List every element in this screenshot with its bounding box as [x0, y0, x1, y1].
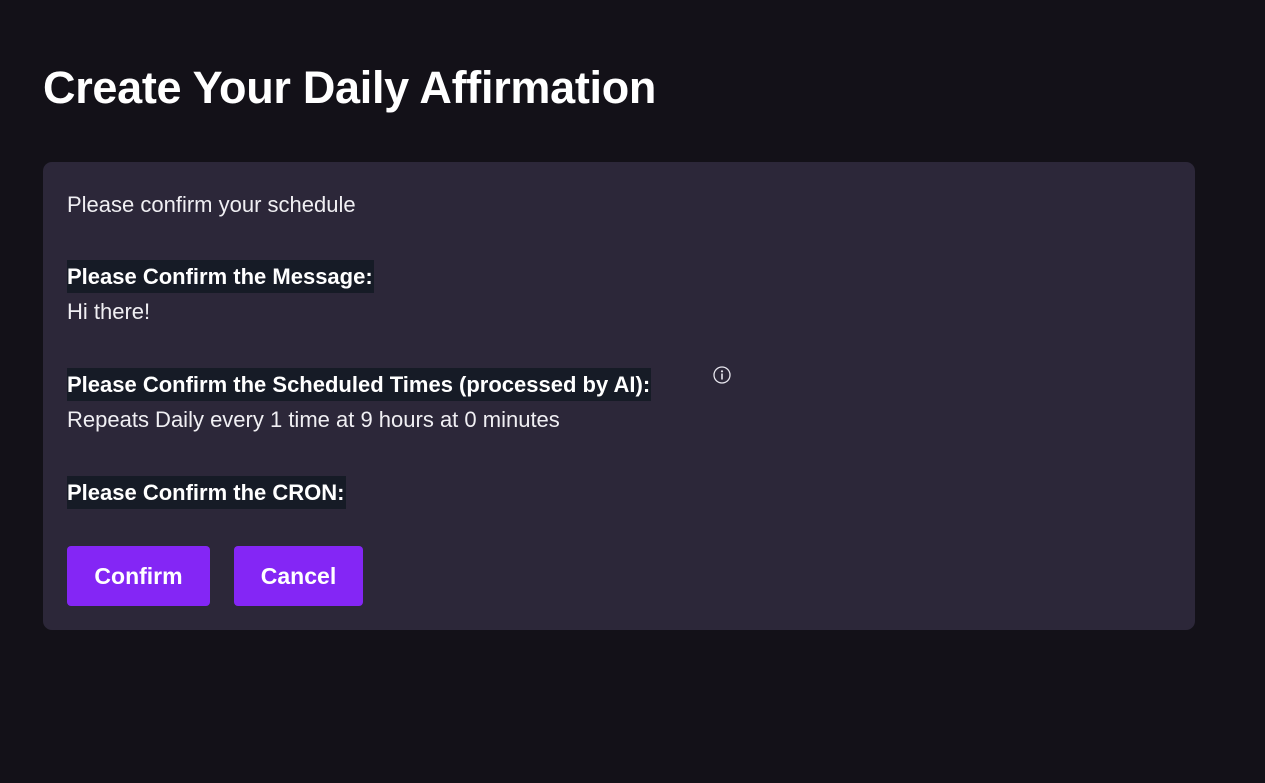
page: Create Your Daily Affirmation Please con… [0, 0, 1265, 783]
card-intro-text: Please confirm your schedule [67, 192, 356, 217]
info-icon[interactable] [713, 366, 731, 384]
cron-label: Please Confirm the CRON: [67, 476, 346, 509]
scheduled-times-label: Please Confirm the Scheduled Times (proc… [67, 368, 652, 401]
confirm-schedule-card: Please confirm your schedule Please Conf… [43, 162, 1195, 630]
message-value: Hi there! [67, 299, 151, 324]
scheduled-times-value: Repeats Daily every 1 time at 9 hours at… [67, 407, 560, 432]
message-label: Please Confirm the Message: [67, 260, 374, 293]
cancel-button[interactable]: Cancel [234, 546, 363, 606]
confirm-button[interactable]: Confirm [67, 546, 210, 606]
page-title: Create Your Daily Affirmation [43, 62, 657, 113]
